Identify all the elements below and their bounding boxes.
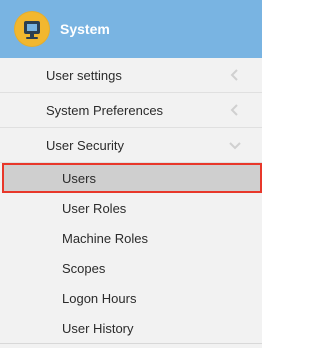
submenu-item-logon-hours[interactable]: Logon Hours — [0, 283, 262, 313]
submenu-item-user-roles[interactable]: User Roles — [0, 193, 262, 223]
menu-item-label: User settings — [46, 67, 122, 83]
submenu-item-machine-roles[interactable]: Machine Roles — [0, 223, 262, 253]
chevron-down-icon — [229, 142, 241, 150]
submenu-item-users[interactable]: Users — [2, 163, 262, 193]
submenu-item-label: Scopes — [62, 260, 106, 276]
sidebar: System User settings System Preferences … — [0, 0, 262, 348]
submenu-item-label: User Roles — [62, 200, 127, 216]
sidebar-header[interactable]: System — [0, 0, 262, 58]
submenu-item-label: User History — [62, 320, 134, 336]
divider — [0, 343, 262, 344]
submenu-item-scopes[interactable]: Scopes — [0, 253, 262, 283]
menu-item-user-security[interactable]: User Security — [0, 128, 262, 163]
submenu-item-user-history[interactable]: User History — [0, 313, 262, 343]
menu-item-user-settings[interactable]: User settings — [0, 58, 262, 93]
submenu-item-label: Machine Roles — [62, 230, 148, 246]
submenu-item-label: Logon Hours — [62, 290, 137, 306]
menu-item-system-preferences[interactable]: System Preferences — [0, 93, 262, 128]
chevron-left-icon — [230, 69, 238, 81]
sidebar-header-title: System — [60, 21, 110, 37]
chevron-left-icon — [230, 104, 238, 116]
menu-item-label: System Preferences — [46, 102, 164, 118]
system-monitor-icon — [14, 11, 50, 47]
submenu-item-label: Users — [62, 170, 96, 186]
menu-item-label: User Security — [46, 137, 125, 153]
